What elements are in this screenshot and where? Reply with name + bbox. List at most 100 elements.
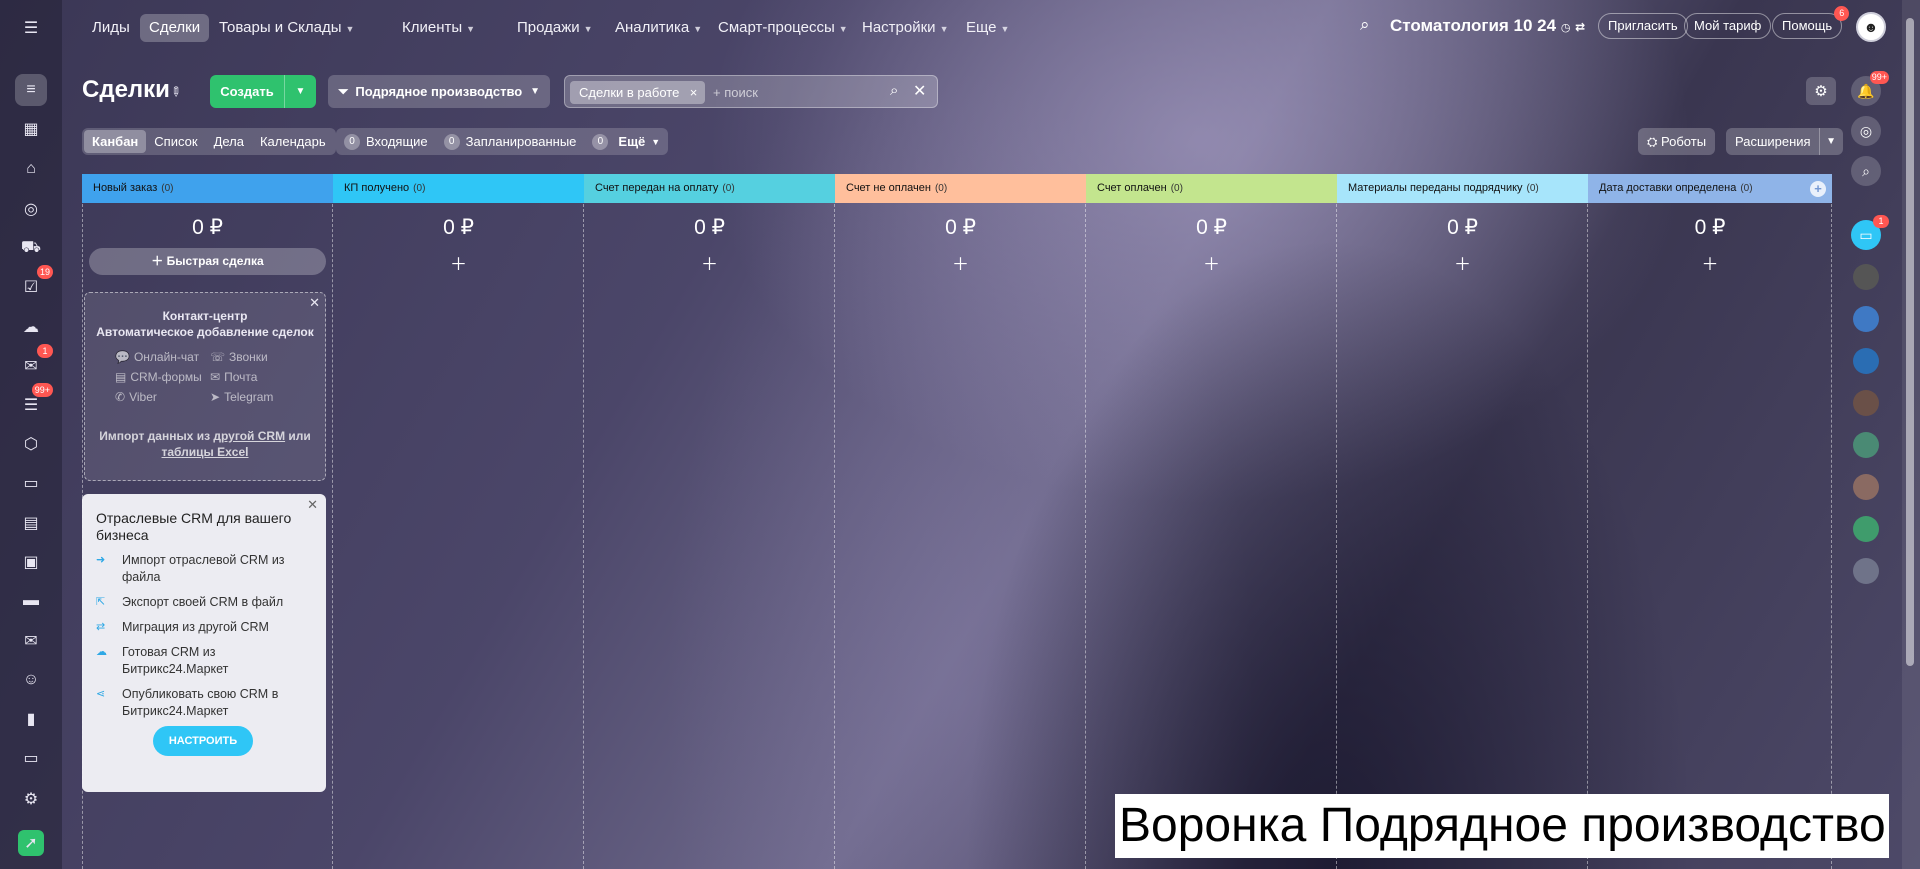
menu-icon[interactable]: ☰ [15, 12, 47, 44]
contacts-icon[interactable]: ☺ [15, 664, 47, 696]
nav-analytics[interactable]: Аналитика ▼ [606, 14, 711, 42]
avatar[interactable] [1853, 516, 1879, 542]
presentation-icon[interactable]: ▣ [15, 546, 47, 578]
tab-activities[interactable]: Дела [206, 130, 252, 153]
crm-icon[interactable]: ≡ [15, 74, 47, 106]
add-deal-button[interactable]: ＋ [1337, 250, 1588, 275]
avatar[interactable] [1853, 264, 1879, 290]
avatar[interactable] [1853, 474, 1879, 500]
help-button[interactable]: Помощь 6 [1772, 6, 1850, 39]
channel-telegram[interactable]: ➤ Telegram [210, 390, 305, 404]
chevron-down-icon[interactable]: ▼ [1818, 128, 1843, 155]
search-chat-icon[interactable]: ⌕ [1851, 156, 1881, 186]
counter-incoming[interactable]: Входящие [366, 134, 428, 149]
add-deal-button[interactable]: ＋ [584, 250, 835, 275]
industry-item-export[interactable]: ⇱ Экспорт своей CRM в файл [96, 594, 312, 611]
id-card-icon[interactable]: ▭ [15, 742, 47, 774]
stage-header[interactable]: Счет не оплачен (0) [835, 174, 1086, 203]
channel-crm-forms[interactable]: ▤ CRM-формы [115, 370, 210, 384]
counter-more[interactable]: Ещё [618, 134, 645, 149]
mail-icon[interactable]: ✉ [15, 625, 47, 657]
analytics-icon[interactable]: ▮ [15, 703, 47, 735]
stage-header[interactable]: Счет передан на оплату (0) [584, 174, 835, 203]
robots-button[interactable]: ⛭ Роботы [1638, 128, 1716, 155]
close-icon[interactable]: × [690, 81, 698, 104]
tasks-icon[interactable]: ☑ 19 [15, 265, 53, 303]
channel-viber[interactable]: ✆ Viber [115, 390, 210, 404]
document-icon[interactable]: ▤ [15, 507, 47, 539]
tab-list[interactable]: Список [146, 130, 205, 153]
extensions-button[interactable]: Расширения ▼ [1726, 128, 1843, 155]
quick-deal-button[interactable]: ＋ Быстрая сделка [89, 248, 326, 275]
search-icon[interactable]: ⌕ [890, 82, 898, 99]
feed-icon[interactable]: ☰ 99+ [15, 383, 53, 421]
nav-clients[interactable]: Клиенты ▼ [393, 14, 484, 42]
target-icon[interactable]: ◎ [15, 193, 47, 225]
nav-settings[interactable]: Настройки ▼ [853, 14, 957, 42]
calendar-grid-icon[interactable]: ▦ [15, 113, 47, 145]
close-icon[interactable]: ✕ [307, 497, 318, 513]
invite-button[interactable]: Пригласить [1598, 13, 1688, 39]
nav-leads[interactable]: Лиды [83, 14, 139, 42]
settings-icon[interactable]: ⚙ [15, 783, 47, 815]
search-input[interactable] [713, 82, 883, 103]
warehouse-icon[interactable]: ⌂ [15, 153, 47, 185]
avatar[interactable] [1853, 390, 1879, 416]
drive-icon[interactable]: ▬ [15, 585, 47, 617]
avatar[interactable] [1853, 432, 1879, 458]
close-icon[interactable]: ✕ [309, 295, 320, 311]
user-avatar[interactable]: ☻ [1856, 12, 1886, 42]
hexagon-icon[interactable]: ⬡ [15, 428, 47, 460]
stage-header[interactable]: Дата доставки определена (0) + [1588, 174, 1832, 203]
import-excel-link[interactable]: таблицы Excel [162, 445, 249, 459]
filter-chip[interactable]: Сделки в работе × [570, 81, 706, 104]
channel-online-chat[interactable]: 💬 Онлайн-чат [115, 350, 210, 364]
nav-smart-processes[interactable]: Смарт-процессы ▼ [709, 14, 857, 42]
nav-deals[interactable]: Сделки [140, 14, 210, 42]
gear-icon[interactable]: ⚙ [1806, 77, 1836, 105]
industry-item-import[interactable]: ➜ Импорт отраслевой CRM из файла [96, 552, 312, 586]
channel-mail[interactable]: ✉ Почта [210, 370, 305, 384]
search-icon[interactable]: ⌕ [1360, 15, 1370, 35]
stage-header[interactable]: Новый заказ (0) [82, 174, 333, 203]
stage-header[interactable]: Счет оплачен (0) [1086, 174, 1337, 203]
chat-icon[interactable]: ✉ 1 [15, 344, 53, 382]
add-deal-button[interactable]: ＋ [835, 250, 1086, 275]
industry-item-market[interactable]: ☁ Готовая CRM из Битрикс24.Маркет [96, 644, 312, 678]
chevron-down-icon[interactable]: ▼ [284, 75, 316, 108]
cloud-icon[interactable]: ☁ [15, 311, 47, 343]
stage-header[interactable]: КП получено (0) [333, 174, 584, 203]
clear-icon[interactable]: ✕ [913, 81, 926, 101]
configure-button[interactable]: НАСТРОИТЬ [153, 726, 253, 756]
chevron-down-icon[interactable]: ▼ [651, 137, 660, 147]
funnel-selector[interactable]: ⏷ Подрядное производство ▼ [328, 75, 550, 108]
rocket-icon[interactable]: ➚ [18, 830, 44, 856]
industry-item-publish[interactable]: ⋖ Опубликовать свою CRM в Битрикс24.Марке… [96, 686, 312, 720]
avatar[interactable] [1853, 306, 1879, 332]
add-deal-button[interactable]: ＋ [333, 250, 584, 275]
nav-products[interactable]: Товары и Склады ▼ [210, 14, 363, 42]
tab-kanban[interactable]: Канбан [84, 130, 147, 153]
cart-icon[interactable]: ⛟ [15, 232, 47, 264]
filter-search[interactable]: Сделки в работе × ⌕ ✕ [564, 75, 938, 108]
stage-header[interactable]: Материалы переданы подрядчику (0) [1337, 174, 1588, 203]
industry-item-migrate[interactable]: ⇄ Миграция из другой CRM [96, 619, 312, 636]
channel-calls[interactable]: ☏ Звонки [210, 350, 305, 364]
import-other-crm-link[interactable]: другой CRM [213, 429, 285, 443]
scrollbar-thumb[interactable] [1906, 18, 1914, 666]
calendar-icon[interactable]: ▭ [15, 467, 47, 499]
counter-planned[interactable]: Запланированные [466, 134, 577, 149]
avatar[interactable] [1853, 558, 1879, 584]
bell-icon[interactable]: 🔔 99+ [1851, 71, 1889, 106]
spiral-icon[interactable]: ◎ [1851, 116, 1881, 146]
nav-more[interactable]: Еще ▼ [957, 14, 1018, 42]
tariff-button[interactable]: Мой тариф [1684, 13, 1772, 39]
nav-sales[interactable]: Продажи ▼ [508, 14, 602, 42]
avatar[interactable] [1853, 348, 1879, 374]
chat-bubble-icon[interactable]: ▭ 1 [1851, 215, 1889, 250]
add-stage-icon[interactable]: + [1810, 181, 1826, 197]
add-deal-button[interactable]: ＋ [1086, 250, 1337, 275]
create-button[interactable]: Создать ▼ [210, 75, 316, 108]
add-deal-button[interactable]: ＋ [1588, 250, 1832, 275]
tab-calendar[interactable]: Календарь [252, 130, 334, 153]
